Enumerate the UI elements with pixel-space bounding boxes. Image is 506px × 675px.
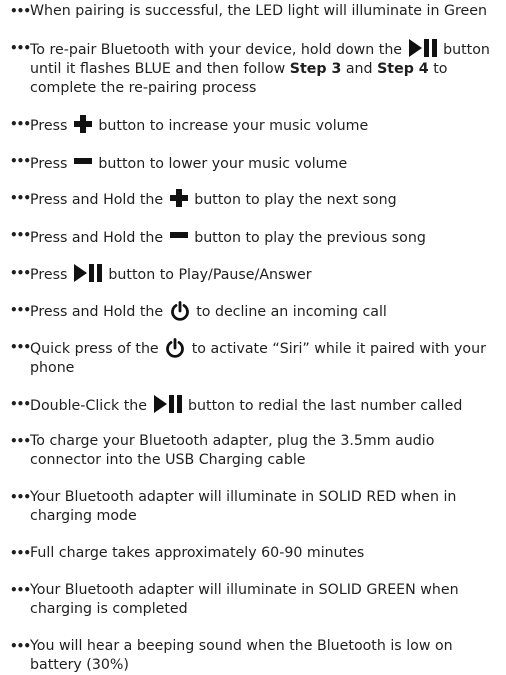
bullet: ••• [10,228,31,242]
bullet: ••• [10,340,31,354]
item-text: Press and Hold the button to play the pr… [30,226,502,248]
item-text: Press and Hold the button to play the ne… [30,189,502,210]
item-text: To re-pair Bluetooth with your device, h… [30,39,502,98]
list-item: ••• Press button to Play/Pause/Answer [10,264,502,285]
minus-icon [169,232,188,238]
bullet: ••• [10,191,31,205]
play-pause-icon [73,264,102,282]
list-item: ••• Press and Hold the button to play th… [10,189,502,210]
list-item: ••• To charge your Bluetooth adapter, pl… [10,432,502,470]
list-item: ••• To re-pair Bluetooth with your devic… [10,39,502,98]
list-item: ••• Your Bluetooth adapter will illumina… [10,488,502,526]
item-text: When pairing is successful, the LED ligh… [30,3,487,19]
plus-icon [169,189,188,207]
bullet: ••• [10,639,31,653]
bullet: ••• [10,397,31,411]
list-item: ••• Press and Hold the to decline an inc… [10,301,502,322]
list-item: ••• Press button to lower your music vol… [10,152,502,174]
bullet: ••• [10,583,31,597]
item-text: Press and Hold the to decline an incomin… [30,301,502,322]
bullet: ••• [10,434,31,448]
item-text: Quick press of the to activate “Siri” wh… [30,338,502,378]
power-icon [170,301,189,321]
minus-icon [73,158,92,164]
bullet: ••• [10,117,31,131]
item-text: Press button to lower your music volume [30,152,502,174]
item-text: To charge your Bluetooth adapter, plug t… [30,433,435,468]
item-text: Press button to increase your music volu… [30,115,502,136]
list-item: ••• Your Bluetooth adapter will illumina… [10,581,502,619]
list-item: ••• Quick press of the to activate “Siri… [10,338,502,378]
list-item: ••• Press and Hold the button to play th… [10,226,502,248]
bullet: ••• [10,266,31,280]
item-text: Full charge takes approximately 60-90 mi… [30,545,365,561]
plus-icon [73,115,92,133]
bullet: ••• [10,4,31,18]
bullet: ••• [10,546,31,560]
bullet: ••• [10,490,31,504]
bullet: ••• [10,41,31,55]
play-pause-icon [153,395,182,413]
list-item: ••• Press button to increase your music … [10,115,502,136]
instruction-list: ••• When pairing is successful, the LED … [0,0,506,673]
item-text: Your Bluetooth adapter will illuminate i… [30,582,459,617]
list-item: ••• Full charge takes approximately 60-9… [10,544,502,563]
item-text: Press button to Play/Pause/Answer [30,264,502,285]
item-text: Double-Click the button to redial the la… [30,395,502,416]
list-item: ••• When pairing is successful, the LED … [10,2,502,21]
power-icon [166,338,185,358]
item-text: You will hear a beeping sound when the B… [30,638,453,673]
play-pause-icon [408,39,437,57]
bullet: ••• [10,154,31,168]
item-text: Your Bluetooth adapter will illuminate i… [30,489,457,524]
list-item: ••• You will hear a beeping sound when t… [10,637,502,675]
bullet: ••• [10,303,31,317]
list-item: ••• Double-Click the button to redial th… [10,395,502,416]
